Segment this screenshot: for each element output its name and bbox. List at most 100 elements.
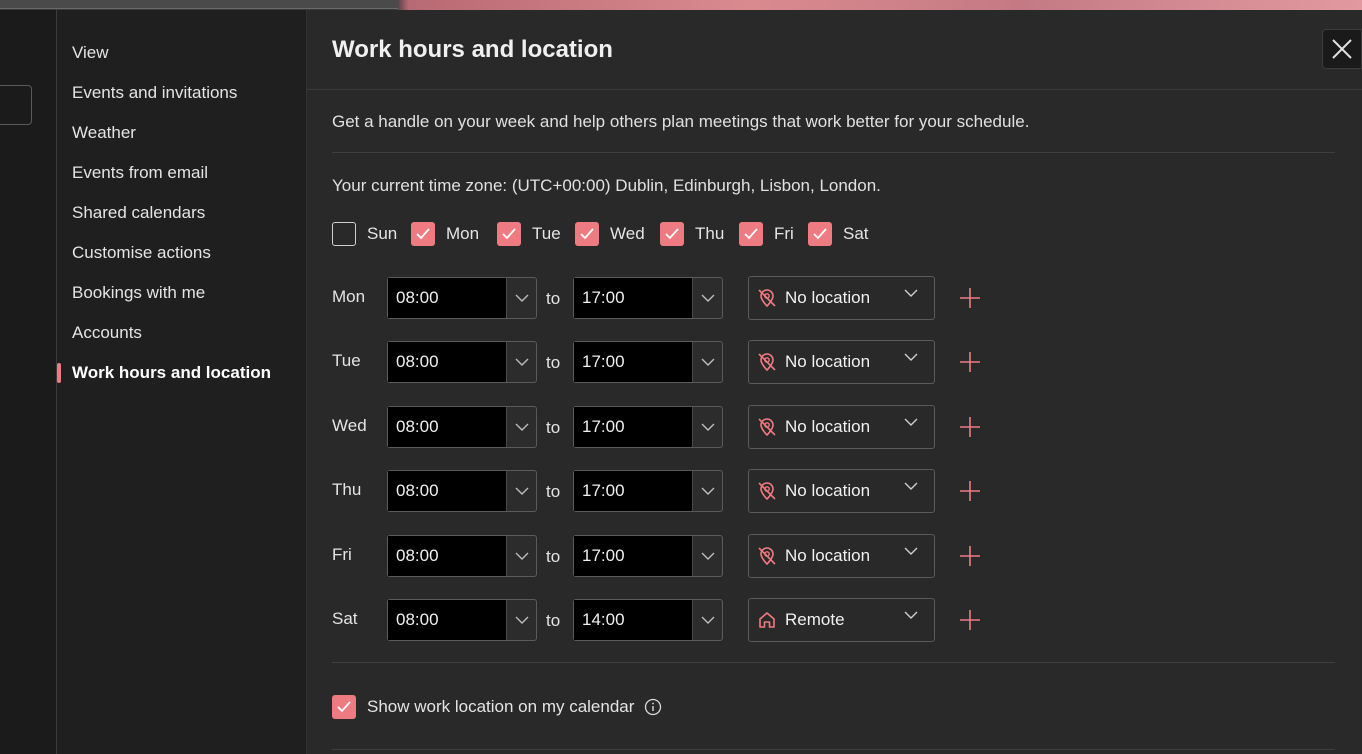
day-label: Sat (843, 224, 869, 243)
day-checkbox-fri[interactable]: Fri (739, 221, 794, 247)
location-select[interactable]: No location (748, 276, 935, 320)
day-label: Fri (774, 224, 794, 243)
schedule-row-mon: Mon 08:00 to 17:00 No location (332, 276, 1032, 320)
no-location-icon (758, 547, 776, 566)
chevron-down-icon (692, 342, 722, 382)
nav-item-events-from-email[interactable]: Events from email (72, 161, 208, 185)
settings-panel: Work hours and location Get a handle on … (307, 10, 1362, 754)
end-time-select[interactable]: 17:00 (573, 535, 723, 577)
plus-icon (960, 417, 980, 437)
day-checkbox-sun[interactable]: Sun (332, 221, 397, 247)
no-location-icon (758, 289, 776, 308)
start-time-select[interactable]: 08:00 (387, 535, 537, 577)
nav-item-accounts[interactable]: Accounts (72, 321, 142, 345)
divider (332, 749, 1335, 750)
end-time-value: 17:00 (574, 278, 692, 318)
row-day-label: Wed (332, 416, 367, 435)
to-label: to (546, 289, 561, 308)
checkbox-unchecked[interactable] (332, 222, 356, 246)
nav-item-work-hours-and-location[interactable]: Work hours and location (72, 361, 271, 385)
location-select[interactable]: No location (748, 405, 935, 449)
checkbox-checked[interactable] (411, 222, 435, 246)
start-time-value: 08:00 (388, 278, 506, 318)
close-button[interactable] (1322, 29, 1362, 69)
location-value: No location (785, 417, 871, 436)
checkbox-checked[interactable] (575, 222, 599, 246)
plus-icon (960, 546, 980, 566)
end-time-select[interactable]: 17:00 (573, 470, 723, 512)
start-time-value: 08:00 (388, 407, 506, 447)
chevron-down-icon (692, 407, 722, 447)
day-checkbox-tue[interactable]: Tue (497, 221, 561, 247)
add-time-button[interactable] (959, 480, 981, 502)
checkmark-icon (813, 228, 827, 240)
rail-button[interactable] (0, 85, 32, 125)
row-day-label: Mon (332, 287, 366, 306)
checkbox-checked[interactable] (808, 222, 832, 246)
schedule-row-fri: Fri 08:00 to 17:00 No location (332, 534, 1032, 578)
start-time-select[interactable]: 08:00 (387, 341, 537, 383)
end-time-select[interactable]: 17:00 (573, 277, 723, 319)
add-time-button[interactable] (959, 351, 981, 373)
add-time-button[interactable] (959, 287, 981, 309)
nav-item-weather[interactable]: Weather (72, 121, 136, 145)
add-time-button[interactable] (959, 416, 981, 438)
left-rail (0, 10, 57, 754)
show-location-checkbox[interactable] (332, 695, 356, 719)
checkbox-checked[interactable] (660, 222, 684, 246)
location-select[interactable]: No location (748, 469, 935, 513)
start-time-value: 08:00 (388, 471, 506, 511)
checkmark-icon (502, 228, 516, 240)
nav-item-customise-actions[interactable]: Customise actions (72, 241, 211, 265)
location-value: No location (785, 546, 871, 565)
location-select[interactable]: No location (748, 340, 935, 384)
add-time-button[interactable] (959, 545, 981, 567)
no-location-icon (758, 482, 776, 501)
add-time-button[interactable] (959, 609, 981, 631)
nav-item-bookings-with-me[interactable]: Bookings with me (72, 281, 205, 305)
start-time-select[interactable]: 08:00 (387, 406, 537, 448)
nav-item-view[interactable]: View (72, 41, 109, 65)
row-day-label: Thu (332, 480, 362, 499)
day-checkbox-sat[interactable]: Sat (808, 221, 869, 247)
schedule-row-thu: Thu 08:00 to 17:00 No location (332, 469, 1032, 513)
chevron-down-icon (692, 471, 722, 511)
chevron-down-icon (506, 471, 536, 511)
end-time-select[interactable]: 14:00 (573, 599, 723, 641)
end-time-select[interactable]: 17:00 (573, 341, 723, 383)
day-checkbox-wed[interactable]: Wed (575, 221, 645, 247)
chevron-down-icon (904, 547, 918, 555)
start-time-select[interactable]: 08:00 (387, 599, 537, 641)
day-checkbox-mon[interactable]: Mon (411, 221, 479, 247)
chevron-down-icon (692, 600, 722, 640)
timezone-text: Your current time zone: (UTC+00:00) Dubl… (332, 176, 881, 195)
start-time-select[interactable]: 08:00 (387, 277, 537, 319)
row-day-label: Fri (332, 545, 352, 564)
nav-item-shared-calendars[interactable]: Shared calendars (72, 201, 205, 225)
row-day-label: Tue (332, 351, 361, 370)
intro-text: Get a handle on your week and help other… (332, 112, 1030, 131)
checkmark-icon (744, 228, 758, 240)
panel-header: Work hours and location (307, 10, 1362, 90)
start-time-value: 08:00 (388, 342, 506, 382)
nav-item-events-and-invitations[interactable]: Events and invitations (72, 81, 237, 105)
checkmark-icon (580, 228, 594, 240)
info-icon[interactable] (644, 698, 662, 716)
row-day-label: Sat (332, 609, 358, 628)
end-time-value: 17:00 (574, 407, 692, 447)
plus-icon (960, 352, 980, 372)
location-select[interactable]: No location (748, 534, 935, 578)
schedule-row-wed: Wed 08:00 to 17:00 No location (332, 405, 1032, 449)
day-label: Thu (695, 224, 725, 243)
show-location-option[interactable]: Show work location on my calendar (332, 694, 662, 720)
day-checkbox-thu[interactable]: Thu (660, 221, 724, 247)
location-select[interactable]: Remote (748, 598, 935, 642)
end-time-value: 17:00 (574, 342, 692, 382)
checkbox-checked[interactable] (739, 222, 763, 246)
end-time-select[interactable]: 17:00 (573, 406, 723, 448)
start-time-select[interactable]: 08:00 (387, 470, 537, 512)
checkbox-checked[interactable] (497, 222, 521, 246)
plus-icon (960, 610, 980, 630)
show-location-label: Show work location on my calendar (367, 697, 635, 716)
day-label: Sun (367, 224, 398, 243)
